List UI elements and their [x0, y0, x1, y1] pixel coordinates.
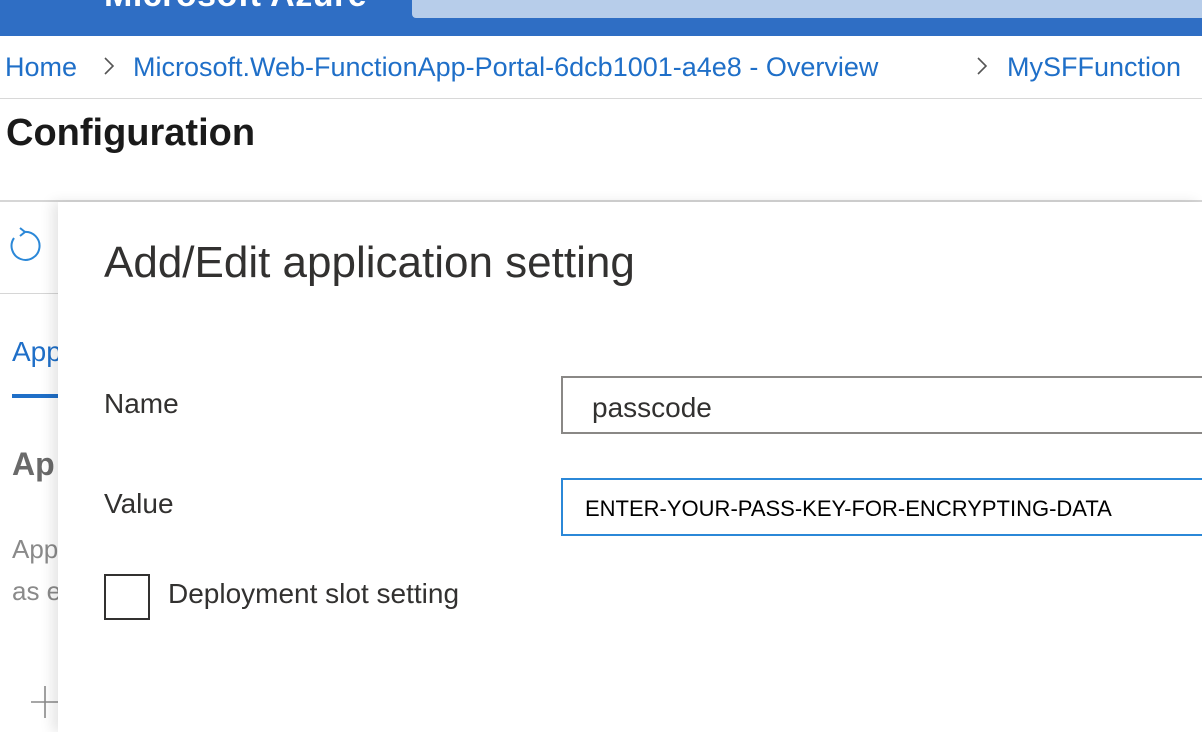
breadcrumb-function-app-overview[interactable]: Microsoft.Web-FunctionApp-Portal-6dcb100…	[133, 52, 878, 83]
refresh-icon[interactable]	[4, 226, 44, 266]
plus-icon[interactable]	[30, 682, 60, 722]
chevron-right-icon	[104, 57, 115, 75]
name-input[interactable]: passcode	[561, 376, 1202, 434]
global-search-box[interactable]	[412, 0, 1202, 18]
page-title: Configuration	[6, 112, 256, 154]
section-heading: Ap	[12, 446, 55, 482]
name-label: Name	[104, 388, 179, 419]
brand-title[interactable]: Microsoft Azure	[104, 0, 367, 15]
chevron-right-icon	[977, 57, 988, 75]
top-bar: Microsoft Azure	[0, 0, 1202, 36]
add-edit-setting-panel: Add/Edit application setting Name passco…	[58, 202, 1202, 732]
section-description: App	[12, 534, 59, 564]
divider	[0, 293, 58, 294]
tab-application-settings[interactable]: App	[12, 336, 62, 368]
breadcrumb-function[interactable]: MySFFunction	[1007, 52, 1181, 83]
section-description: as e	[12, 576, 62, 606]
value-label: Value	[104, 488, 174, 519]
panel-title: Add/Edit application setting	[104, 238, 635, 287]
deployment-slot-label[interactable]: Deployment slot setting	[168, 578, 459, 610]
breadcrumb-home[interactable]: Home	[5, 52, 77, 83]
deployment-slot-checkbox[interactable]	[104, 574, 150, 620]
tab-selected-indicator	[12, 394, 58, 398]
breadcrumb: Home Microsoft.Web-FunctionApp-Portal-6d…	[0, 40, 1202, 99]
value-input[interactable]: ENTER-YOUR-PASS-KEY-FOR-ENCRYPTING-DATA	[561, 478, 1202, 536]
